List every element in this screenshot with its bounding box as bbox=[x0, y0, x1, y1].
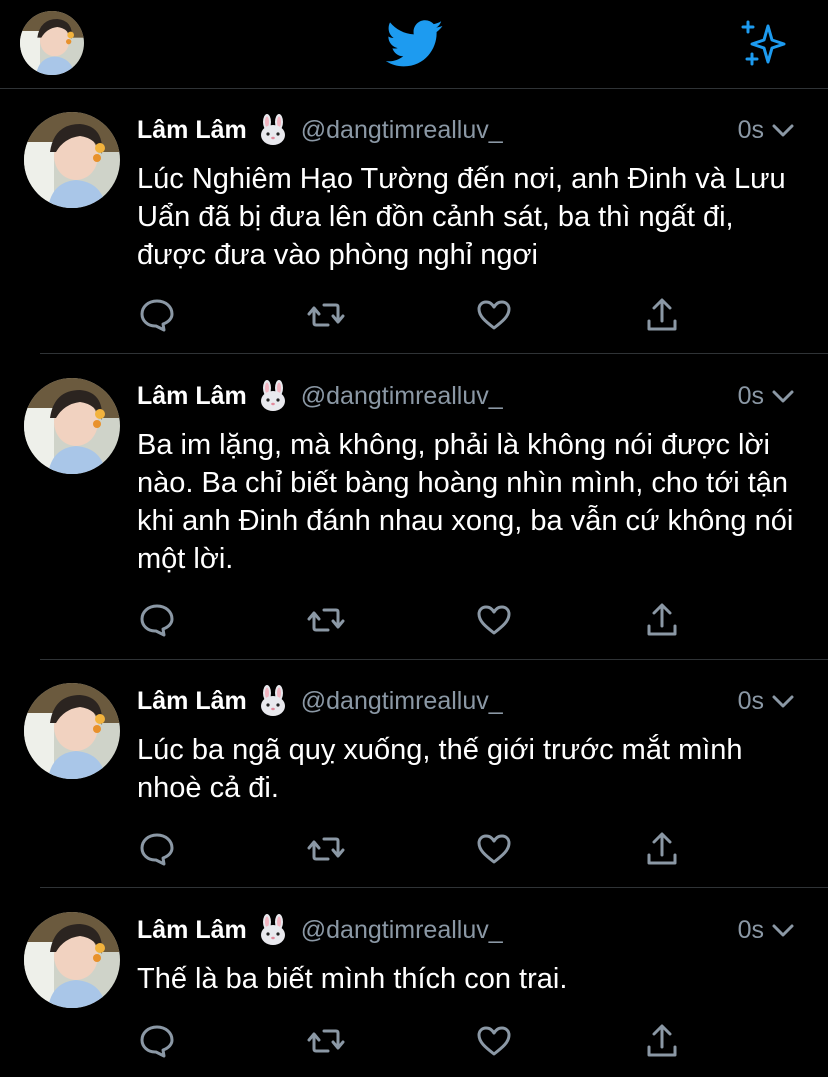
avatar bbox=[20, 11, 84, 75]
author-avatar[interactable] bbox=[24, 112, 120, 208]
tweet-actions bbox=[137, 1021, 697, 1061]
sparkle-icon[interactable] bbox=[738, 18, 788, 68]
tweet-actions bbox=[137, 829, 697, 869]
top-tweets-toggle bbox=[741, 20, 786, 66]
tweet-text: Lúc ba ngã quỵ xuống, thế giới trước mắt… bbox=[137, 734, 743, 804]
tweet-timestamp: 0s bbox=[737, 381, 764, 410]
like-heart-icon[interactable] bbox=[474, 1021, 514, 1061]
author-avatar[interactable] bbox=[24, 378, 120, 474]
reply-icon[interactable] bbox=[137, 829, 177, 869]
avatar-image bbox=[24, 112, 120, 208]
reply-icon[interactable] bbox=[137, 295, 177, 335]
like-heart-icon[interactable] bbox=[474, 295, 514, 335]
tweet-actions bbox=[137, 600, 697, 640]
avatar-image bbox=[24, 912, 120, 1008]
author-avatar[interactable] bbox=[24, 683, 120, 779]
avatar-image bbox=[24, 683, 120, 779]
author-name[interactable]: Lâm Lâm bbox=[137, 687, 247, 716]
retweet-icon[interactable] bbox=[306, 295, 346, 335]
chevron-down-icon[interactable] bbox=[770, 688, 796, 714]
divider bbox=[40, 659, 828, 660]
divider bbox=[40, 887, 828, 888]
twitter-feed-screen: Lâm Lâm @dangtimrealluv_ 0s Lúc Nghiêm H… bbox=[0, 0, 828, 1077]
share-icon[interactable] bbox=[642, 1021, 682, 1061]
rabbit-face-emoji-icon bbox=[257, 685, 289, 717]
twitter-bird-icon[interactable] bbox=[385, 20, 444, 68]
tweet-header: Lâm Lâm @dangtimrealluv_ 0s bbox=[137, 912, 798, 948]
like-heart-icon[interactable] bbox=[474, 829, 514, 869]
tweet-header: Lâm Lâm @dangtimrealluv_ 0s bbox=[137, 112, 798, 148]
retweet-icon[interactable] bbox=[306, 829, 346, 869]
twitter-logo bbox=[385, 20, 443, 67]
chevron-down-icon[interactable] bbox=[770, 917, 796, 943]
chevron-down-icon[interactable] bbox=[770, 383, 796, 409]
rabbit-face-emoji-icon bbox=[257, 380, 289, 412]
author-name[interactable]: Lâm Lâm bbox=[137, 116, 247, 145]
top-navigation-bar bbox=[0, 0, 828, 89]
reply-icon[interactable] bbox=[137, 600, 177, 640]
retweet-icon[interactable] bbox=[306, 1021, 346, 1061]
tweet-text: Lúc Nghiêm Hạo Tường đến nơi, anh Đinh v… bbox=[137, 163, 786, 271]
author-handle[interactable]: @dangtimrealluv_ bbox=[301, 916, 503, 945]
tweet-text: Ba im lặng, mà không, phải là không nói … bbox=[137, 429, 794, 575]
tweet-timestamp: 0s bbox=[737, 115, 764, 144]
share-icon[interactable] bbox=[642, 829, 682, 869]
retweet-icon[interactable] bbox=[306, 600, 346, 640]
like-heart-icon[interactable] bbox=[474, 600, 514, 640]
tweet-actions bbox=[137, 295, 697, 335]
tweet-text: Thế là ba biết mình thích con trai. bbox=[137, 963, 568, 995]
tweet-header: Lâm Lâm @dangtimrealluv_ 0s bbox=[137, 683, 798, 719]
share-icon[interactable] bbox=[642, 600, 682, 640]
profile-avatar-button[interactable] bbox=[20, 11, 84, 75]
author-handle[interactable]: @dangtimrealluv_ bbox=[301, 382, 503, 411]
rabbit-face-emoji-icon bbox=[257, 114, 289, 146]
tweet-header: Lâm Lâm @dangtimrealluv_ 0s bbox=[137, 378, 798, 414]
tweet-timestamp: 0s bbox=[737, 915, 764, 944]
author-avatar[interactable] bbox=[24, 912, 120, 1008]
author-name[interactable]: Lâm Lâm bbox=[137, 916, 247, 945]
reply-icon[interactable] bbox=[137, 1021, 177, 1061]
author-handle[interactable]: @dangtimrealluv_ bbox=[301, 687, 503, 716]
tweet-timestamp: 0s bbox=[737, 686, 764, 715]
rabbit-face-emoji-icon bbox=[257, 914, 289, 946]
avatar-image bbox=[24, 378, 120, 474]
share-icon[interactable] bbox=[642, 295, 682, 335]
divider bbox=[40, 353, 828, 354]
author-name[interactable]: Lâm Lâm bbox=[137, 382, 247, 411]
chevron-down-icon[interactable] bbox=[770, 117, 796, 143]
author-handle[interactable]: @dangtimrealluv_ bbox=[301, 116, 503, 145]
